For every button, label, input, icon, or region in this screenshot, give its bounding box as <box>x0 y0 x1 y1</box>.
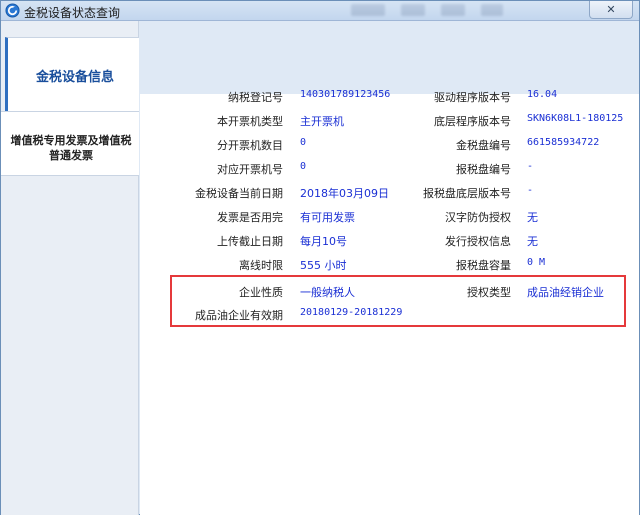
field-value: 20180129-20181229 <box>300 307 403 318</box>
info-row: 报税盘底层版本号 - <box>1 185 640 201</box>
title-bar: 金税设备状态查询 ✕ <box>1 1 639 21</box>
info-row: 成品油企业有效期 20180129-20181229 <box>1 307 640 323</box>
field-label: 汉字防伪授权 <box>445 211 511 224</box>
close-icon: ✕ <box>606 3 616 16</box>
info-row: 企业性质 一般纳税人 授权类型 成品油经销企业 <box>1 284 640 300</box>
field-label: 底层程序版本号 <box>434 115 511 128</box>
app-logo-icon <box>5 3 20 18</box>
field-label: 报税盘编号 <box>456 163 511 176</box>
blurred-tab <box>351 4 385 16</box>
field-label: 企业性质 <box>239 286 283 299</box>
blurred-toolbar <box>351 4 503 17</box>
blurred-tab <box>401 4 425 16</box>
close-button[interactable]: ✕ <box>589 1 633 19</box>
field-value: 661585934722 <box>527 137 600 148</box>
field-value: 成品油经销企业 <box>527 286 604 299</box>
field-value: - <box>527 161 534 172</box>
field-label: 成品油企业有效期 <box>195 309 283 322</box>
field-value: - <box>527 185 534 196</box>
status-query-window: 金税设备状态查询 ✕ 金税设备信息 增值税专用发票及增值税普通发票 纳税登记号 … <box>0 0 640 515</box>
blurred-tab <box>441 4 465 16</box>
field-value: 16.04 <box>527 89 558 100</box>
nav-item-label: 金税设备信息 <box>36 70 115 85</box>
field-value: SKN6K08L1-180125 <box>527 113 624 124</box>
blurred-tab <box>481 4 503 16</box>
field-value: 无 <box>527 211 538 224</box>
field-label: 报税盘底层版本号 <box>423 187 511 200</box>
window-title: 金税设备状态查询 <box>24 6 121 20</box>
info-row: 金税盘编号 661585934722 <box>1 137 640 153</box>
info-row: 汉字防伪授权 无 <box>1 209 640 225</box>
field-label: 金税盘编号 <box>456 139 511 152</box>
info-row: 发行授权信息 无 <box>1 233 640 249</box>
field-value: 一般纳税人 <box>300 286 355 299</box>
field-value: 0 M <box>527 257 546 268</box>
field-value: 无 <box>527 235 538 248</box>
info-row: 报税盘容量 0 M <box>1 257 640 273</box>
info-row: 报税盘编号 - <box>1 161 640 177</box>
field-label: 报税盘容量 <box>456 259 511 272</box>
info-row: 底层程序版本号 SKN6K08L1-180125 <box>1 113 640 129</box>
field-label: 驱动程序版本号 <box>434 91 511 104</box>
field-label: 发行授权信息 <box>445 235 511 248</box>
info-row: 驱动程序版本号 16.04 <box>1 89 640 105</box>
field-label: 授权类型 <box>467 286 511 299</box>
